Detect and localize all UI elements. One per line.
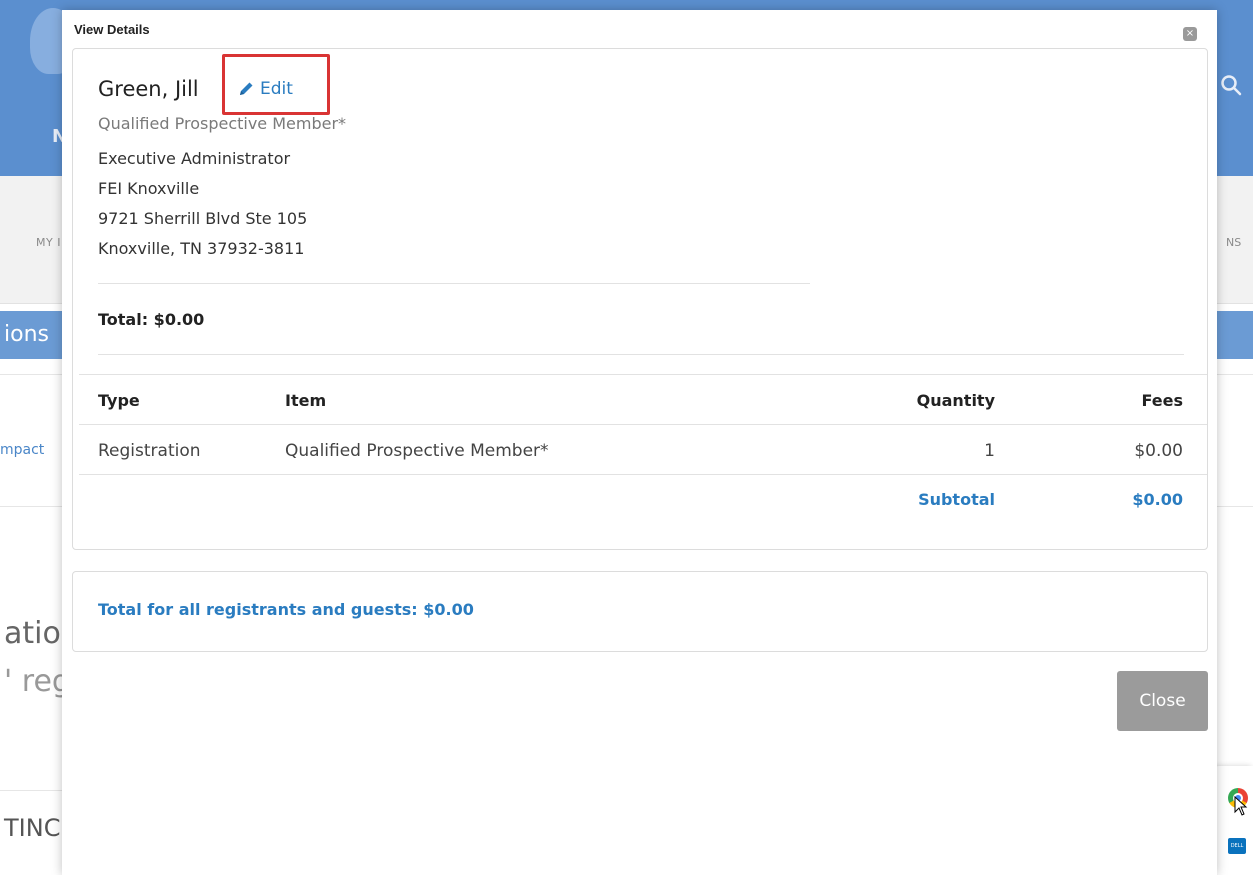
background-link[interactable]: mpact [0,442,44,458]
table-cell-fees: $0.00 [1134,441,1183,461]
column-header-fees: Fees [1141,391,1183,410]
edit-highlight-box [222,54,330,115]
dell-icon[interactable]: DELL [1228,838,1246,854]
table-top-border [79,374,1207,375]
address-line: Knoxville, TN 37932-3811 [98,239,305,258]
nav-item-left[interactable]: MY I [36,236,61,249]
section-banner-title: ions [4,322,49,347]
grand-total: Total for all registrants and guests: $0… [98,600,474,619]
background-heading: atio [4,616,61,651]
nav-item-right[interactable]: NS [1226,236,1241,249]
column-header-item: Item [285,391,327,410]
table-row-divider [79,474,1207,475]
table-cell-quantity: 1 [984,441,995,461]
divider [98,354,1184,355]
member-type: Qualified Prospective Member* [98,114,347,133]
address-line: Executive Administrator [98,149,291,168]
subtotal-label: Subtotal [918,490,995,509]
grand-total-card: Total for all registrants and guests: $0… [72,571,1208,652]
registrant-name: Green, Jill [98,77,199,101]
close-button[interactable]: Close [1117,671,1208,731]
modal-title: View Details [74,22,150,37]
background-subheading: ' reg [4,664,71,699]
address-line: 9721 Sherrill Blvd Ste 105 [98,209,308,228]
divider [98,283,810,284]
view-details-modal: View Details × Green, Jill Edit Qualifie… [62,10,1217,875]
background-section-title: TINC [4,814,61,842]
registrant-card: Green, Jill Edit Qualified Prospective M… [72,48,1208,550]
registrant-total: Total: $0.00 [98,310,205,329]
column-header-type: Type [98,391,140,410]
table-row-divider [79,424,1207,425]
close-icon[interactable]: × [1183,27,1197,41]
address-line: FEI Knoxville [98,179,200,198]
mouse-cursor-icon [1234,796,1248,816]
subtotal-value: $0.00 [1132,490,1183,509]
search-icon[interactable] [1220,74,1242,96]
table-cell-item: Qualified Prospective Member* [285,441,549,461]
column-header-quantity: Quantity [916,391,995,410]
table-cell-type: Registration [98,441,201,461]
